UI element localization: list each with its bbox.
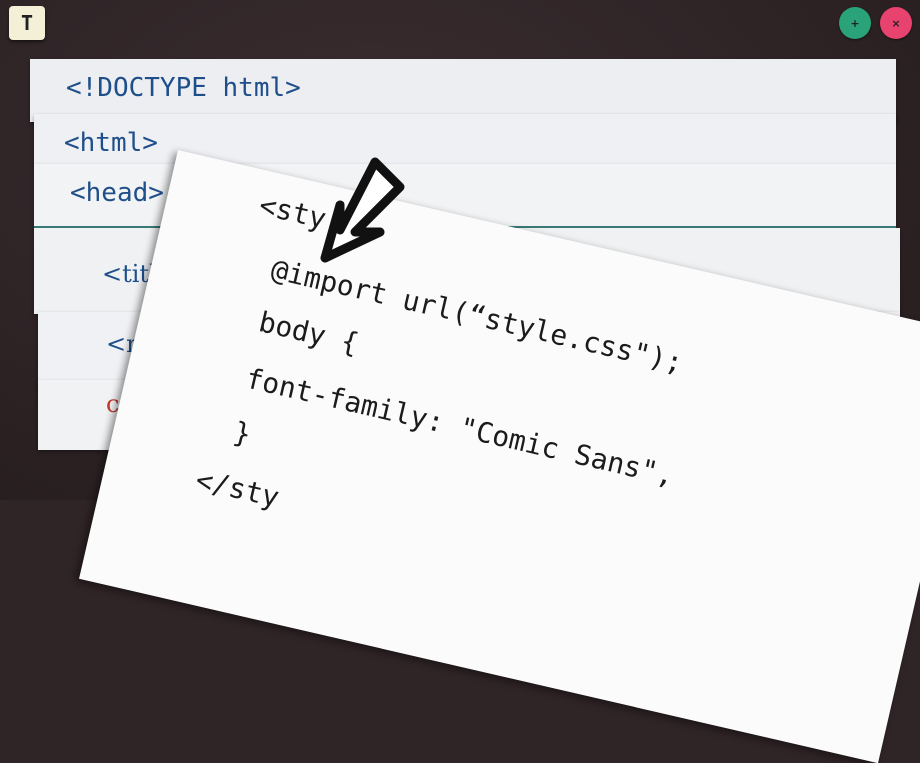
html-open-line: <html> (64, 128, 158, 158)
doctype-line: <!DOCTYPE html> (66, 73, 301, 103)
arrow-pointer-icon (320, 157, 405, 263)
head-open-line: <head> (70, 178, 164, 208)
app-text-icon[interactable]: T (9, 6, 45, 40)
plus-icon: + (850, 16, 860, 30)
close-icon: × (891, 16, 901, 30)
corkboard-background: T + × <!DOCTYPE html> <html> <head> <tit… (0, 0, 920, 763)
style-close-line: </sty (192, 463, 283, 515)
import-line: @import url(“style.css"); (268, 252, 687, 380)
close-button[interactable]: × (880, 7, 912, 39)
html-strip-doctype: <!DOCTYPE html> (30, 59, 896, 122)
plus-button[interactable]: + (839, 7, 871, 39)
html-strip-html: <html> (34, 114, 896, 166)
close-brace-line: } (230, 415, 255, 452)
body-rule-line: body { (255, 305, 362, 361)
font-family-line: font-family: "Comic Sans", (242, 361, 678, 493)
